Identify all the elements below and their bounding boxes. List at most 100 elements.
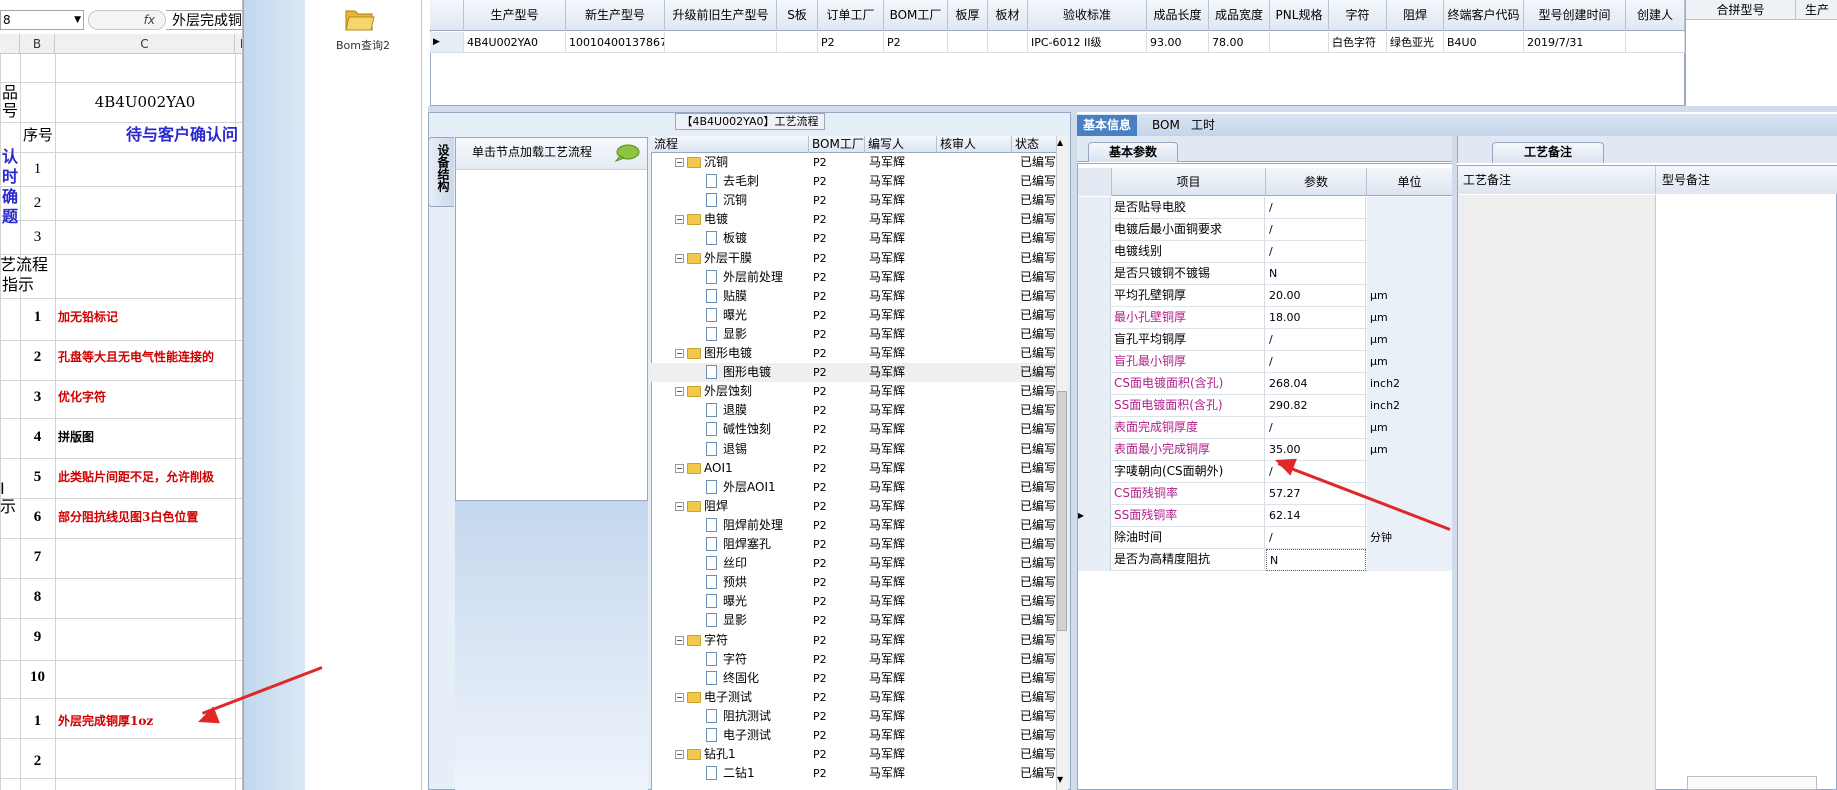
- col-header-c[interactable]: C: [55, 34, 235, 54]
- param-value[interactable]: 62.14: [1266, 505, 1366, 527]
- collapse-toggle-icon[interactable]: −: [675, 636, 684, 645]
- col-header[interactable]: PNL规格: [1270, 0, 1329, 31]
- tab-basic-params[interactable]: 基本参数: [1088, 142, 1178, 162]
- formula-bar[interactable]: 外层完成铜: [166, 10, 242, 30]
- param-value[interactable]: 57.27: [1266, 483, 1366, 505]
- grid-cell[interactable]: [948, 32, 988, 53]
- tree-row[interactable]: 二钻1 P2 马军辉 已编写: [651, 764, 1056, 783]
- param-row[interactable]: 是否为高精度阻抗 N: [1078, 549, 1452, 571]
- tree-row[interactable]: − 字符 P2 马军辉 已编写: [651, 631, 1056, 650]
- param-value[interactable]: /: [1266, 351, 1366, 373]
- tree-row[interactable]: − 阻焊 P2 马军辉 已编写: [651, 497, 1056, 516]
- param-value[interactable]: /: [1266, 417, 1366, 439]
- row-selector[interactable]: [1078, 461, 1111, 483]
- param-row[interactable]: 电镀后最小面铜要求 /: [1078, 219, 1452, 241]
- tree-row[interactable]: − 电镀 P2 马军辉 已编写: [651, 210, 1056, 229]
- grid-cell[interactable]: [1626, 32, 1685, 53]
- col-header[interactable]: 成品长度: [1147, 0, 1209, 31]
- col-header[interactable]: 生产型号: [464, 0, 566, 31]
- tree-col-status[interactable]: 状态: [1012, 136, 1056, 153]
- folder-open-icon[interactable]: [345, 6, 375, 32]
- tree-row[interactable]: 曝光 P2 马军辉 已编写: [651, 306, 1056, 325]
- param-value[interactable]: /: [1266, 197, 1366, 219]
- tree-col-writer[interactable]: 编写人: [865, 136, 937, 153]
- param-row[interactable]: 表面完成铜厚度 / μm: [1078, 417, 1452, 439]
- grid-cell[interactable]: 78.00: [1209, 32, 1270, 53]
- grid-cell[interactable]: 绿色亚光: [1387, 32, 1444, 53]
- grid-cell[interactable]: B4U0: [1444, 32, 1524, 53]
- current-row-indicator[interactable]: ▶: [430, 32, 464, 53]
- param-value[interactable]: /: [1266, 527, 1366, 549]
- param-row[interactable]: 盲孔最小铜厚 / μm: [1078, 351, 1452, 373]
- tree-row[interactable]: 贴膜 P2 马军辉 已编写: [651, 287, 1056, 306]
- param-value[interactable]: N: [1266, 549, 1366, 571]
- tree-row[interactable]: 阻焊塞孔 P2 马军辉 已编写: [651, 535, 1056, 554]
- tree-row[interactable]: 阻焊前处理 P2 马军辉 已编写: [651, 516, 1056, 535]
- collapse-toggle-icon[interactable]: −: [675, 464, 684, 473]
- param-row[interactable]: SS面电镀面积(含孔) 290.82 inch2: [1078, 395, 1452, 417]
- tree-row[interactable]: 终固化 P2 马军辉 已编写: [651, 669, 1056, 688]
- row-selector[interactable]: [1078, 219, 1111, 241]
- grid-cell[interactable]: 1001040013786​7: [566, 32, 665, 53]
- col-header[interactable]: 创建人: [1626, 0, 1685, 31]
- tree-row[interactable]: − 电子测试 P2 马军辉 已编写: [651, 688, 1056, 707]
- merge-model-header[interactable]: 合拼型号: [1686, 0, 1796, 20]
- tree-row[interactable]: − 外层干膜 P2 马军辉 已编写: [651, 249, 1056, 268]
- row-selector-header[interactable]: [430, 0, 464, 31]
- tree-row[interactable]: − 外层蚀刻 P2 马军辉 已编写: [651, 382, 1056, 401]
- vertical-splitter-left[interactable]: [1071, 112, 1077, 790]
- param-row[interactable]: 字唛朝向(CS面朝外) /: [1078, 461, 1452, 483]
- param-value[interactable]: 290.82: [1266, 395, 1366, 417]
- collapse-toggle-icon[interactable]: −: [675, 215, 684, 224]
- col-header-d[interactable]: D: [235, 34, 242, 54]
- param-row[interactable]: 是否只镀铜不镀锡 N: [1078, 263, 1452, 285]
- tree-row[interactable]: 外层前处理 P2 马军辉 已编写: [651, 268, 1056, 287]
- col-header[interactable]: 验收标准: [1028, 0, 1147, 31]
- param-row[interactable]: CS面残铜率 57.27: [1078, 483, 1452, 505]
- col-header[interactable]: 板材: [988, 0, 1028, 31]
- col-header[interactable]: 订单工厂: [818, 0, 884, 31]
- param-row[interactable]: 是否贴导电胶 /: [1078, 197, 1452, 219]
- craft-col-model-notes[interactable]: 型号备注: [1656, 166, 1837, 194]
- tree-row[interactable]: 去毛刺 P2 马军辉 已编写: [651, 172, 1056, 191]
- param-value[interactable]: /: [1266, 329, 1366, 351]
- scroll-up-icon[interactable]: ▲: [1057, 138, 1063, 147]
- fx-button[interactable]: fx: [88, 10, 166, 30]
- row-selector[interactable]: [1078, 395, 1111, 417]
- col-header[interactable]: 型号创建时间: [1524, 0, 1626, 31]
- craft-col-notes[interactable]: 工艺备注: [1458, 166, 1656, 194]
- row-selector-header[interactable]: [1078, 168, 1112, 196]
- tree-row[interactable]: − 沉铜 P2 马军辉 已编写: [651, 153, 1056, 172]
- scroll-down-icon[interactable]: ▼: [1057, 775, 1063, 784]
- param-value[interactable]: /: [1266, 241, 1366, 263]
- tab-work-hours[interactable]: 工时: [1185, 115, 1221, 136]
- tree-scroll-thumb[interactable]: [1057, 391, 1067, 631]
- tree-row[interactable]: 沉铜 P2 马军辉 已编写: [651, 191, 1056, 210]
- param-col-item[interactable]: 项目: [1112, 168, 1266, 196]
- tree-row[interactable]: 板镀 P2 马军辉 已编写: [651, 229, 1056, 248]
- equipment-structure-tab[interactable]: 设备结构: [428, 137, 454, 207]
- row-selector[interactable]: [1078, 329, 1111, 351]
- craft-notes-cell[interactable]: [1458, 195, 1656, 790]
- col-header[interactable]: 成品宽度: [1209, 0, 1270, 31]
- param-value[interactable]: 18.00: [1266, 307, 1366, 329]
- col-header[interactable]: 新生产型号: [566, 0, 665, 31]
- tree-row[interactable]: 显影 P2 马军辉 已编写: [651, 325, 1056, 344]
- chat-bubble-icon[interactable]: [614, 144, 640, 162]
- tree-row[interactable]: 曝光 P2 马军辉 已编写: [651, 592, 1056, 611]
- param-row[interactable]: 电镀线别 /: [1078, 241, 1452, 263]
- tree-row[interactable]: 字符 P2 马军辉 已编写: [651, 650, 1056, 669]
- chevron-down-icon[interactable]: ▼: [74, 11, 81, 29]
- param-row[interactable]: 最小孔壁铜厚 18.00 μm: [1078, 307, 1452, 329]
- grid-cell[interactable]: [1270, 32, 1329, 53]
- tree-col-reviewer[interactable]: 核审人: [937, 136, 1012, 153]
- grid-cell[interactable]: P2: [884, 32, 948, 53]
- row-selector[interactable]: [1078, 241, 1111, 263]
- tree-col-flow[interactable]: 流程: [651, 136, 809, 153]
- tab-basic-info[interactable]: 基本信息: [1077, 115, 1138, 136]
- param-col-unit[interactable]: 单位: [1367, 168, 1452, 196]
- row-selector[interactable]: [1078, 417, 1111, 439]
- row-selector[interactable]: [1078, 527, 1111, 549]
- row-selector[interactable]: [1078, 483, 1111, 505]
- row-selector[interactable]: [1078, 197, 1111, 219]
